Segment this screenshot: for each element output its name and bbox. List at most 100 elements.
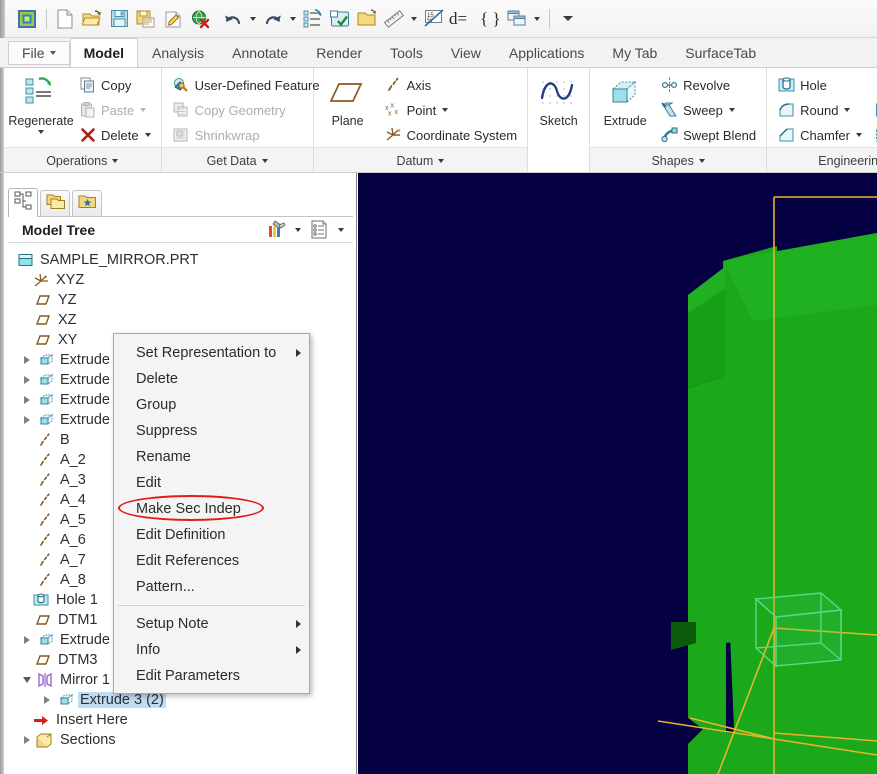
relations-icon[interactable]: { } (477, 6, 503, 32)
tab-render[interactable]: Render (302, 38, 376, 67)
tab-surface-tab[interactable]: SurfaceTab (671, 38, 770, 67)
save-a-copy-icon[interactable] (133, 6, 159, 32)
menu-item-set-representation-to[interactable]: Set Representation to (114, 340, 309, 366)
expander-collapsed-icon[interactable] (19, 370, 35, 390)
tree-item-xz[interactable]: XZ (5, 310, 355, 330)
expander-collapsed-icon[interactable] (19, 350, 35, 370)
menu-item-edit[interactable]: Edit (114, 470, 309, 496)
shrinkwrap-button[interactable]: Shrinkwrap (168, 123, 324, 147)
menu-item-suppress[interactable]: Suppress (114, 418, 309, 444)
menu-item-edit-parameters[interactable]: Edit Parameters (114, 663, 309, 689)
folder-browser-tab[interactable] (40, 190, 70, 217)
expander-collapsed-icon[interactable] (19, 390, 35, 410)
point-button[interactable]: x x x x Point (380, 98, 522, 122)
app-logo-icon[interactable] (14, 6, 40, 32)
delete-dropdown-arrow[interactable] (144, 133, 151, 137)
tools-settings-dropdown-arrow[interactable] (291, 219, 304, 241)
tree-item-part[interactable]: SAMPLE_MIRROR.PRT (5, 250, 355, 270)
tree-item-insert-here[interactable]: Insert Here (5, 710, 355, 730)
open-folder-icon[interactable] (354, 6, 380, 32)
draft-button[interactable]: Draft (870, 73, 877, 97)
tab-my-tab[interactable]: My Tab (598, 38, 671, 67)
expander-collapsed-icon[interactable] (19, 630, 35, 650)
regenerate-button[interactable]: Regenerate (8, 72, 74, 134)
menu-item-setup-note[interactable]: Setup Note (114, 611, 309, 637)
sweep-dropdown-arrow[interactable] (728, 108, 735, 112)
menu-item-edit-definition[interactable]: Edit Definition (114, 522, 309, 548)
group-label-datum[interactable]: Datum (313, 147, 528, 172)
measure-dropdown-arrow[interactable] (408, 6, 419, 32)
delete-button[interactable]: Delete (74, 123, 155, 147)
hole-button[interactable]: Hole (773, 73, 866, 97)
save-icon[interactable] (106, 6, 132, 32)
shell-button[interactable]: Shell (870, 98, 877, 122)
undo-dropdown-arrow[interactable] (247, 6, 258, 32)
tab-view[interactable]: View (437, 38, 495, 67)
measure-icon[interactable] (381, 6, 407, 32)
sketch-button[interactable]: Sketch (534, 72, 583, 128)
overflow-icon[interactable] (555, 6, 581, 32)
plane-button[interactable]: Plane (320, 72, 376, 128)
close-window-icon[interactable] (187, 6, 213, 32)
expander-collapsed-icon[interactable] (39, 690, 55, 710)
axis-button[interactable]: Axis (380, 73, 522, 97)
tree-columns-icon[interactable] (306, 219, 332, 241)
tree-item-sections[interactable]: Sections (5, 730, 355, 750)
menu-item-pattern[interactable]: Pattern... (114, 574, 309, 600)
rib-button[interactable]: Rib (870, 123, 877, 147)
redo-icon[interactable] (260, 6, 286, 32)
swept-blend-button[interactable]: Swept Blend (656, 123, 760, 147)
window-layout-icon[interactable] (504, 6, 530, 32)
group-label-operations[interactable]: Operations (4, 147, 161, 172)
menu-item-edit-references[interactable]: Edit References (114, 548, 309, 574)
tab-tools[interactable]: Tools (376, 38, 437, 67)
chamfer-dropdown-arrow[interactable] (856, 133, 862, 137)
tab-annotate[interactable]: Annotate (218, 38, 302, 67)
copy-geometry-button[interactable]: Copy Geometry (168, 98, 324, 122)
open-icon[interactable] (79, 6, 105, 32)
expander-expanded-icon[interactable] (19, 670, 35, 690)
revolve-button[interactable]: Revolve (656, 73, 760, 97)
expander-collapsed-icon[interactable] (19, 730, 35, 750)
tab-applications[interactable]: Applications (495, 38, 599, 67)
user-defined-feature-button[interactable]: User-Defined Feature (168, 73, 324, 97)
dimension-icon[interactable]: d= (448, 6, 476, 32)
chamfer-button[interactable]: Chamfer (773, 123, 866, 147)
print-icon[interactable] (160, 6, 186, 32)
paste-dropdown-arrow[interactable] (140, 108, 147, 112)
copy-button[interactable]: Copy (74, 73, 155, 97)
window-layout-dropdown-arrow[interactable] (531, 6, 542, 32)
menu-item-info[interactable]: Info (114, 637, 309, 663)
menu-item-delete[interactable]: Delete (114, 366, 309, 392)
round-button[interactable]: Round (773, 98, 866, 122)
coordinate-system-button[interactable]: x Coordinate System (380, 123, 522, 147)
menu-item-group[interactable]: Group (114, 392, 309, 418)
undo-icon[interactable] (220, 6, 246, 32)
menu-item-rename[interactable]: Rename (114, 444, 309, 470)
extrude-button[interactable]: Extrude (596, 72, 654, 128)
favorites-tab[interactable] (72, 190, 102, 217)
tab-file[interactable]: File (8, 41, 70, 65)
select-items-icon[interactable] (327, 6, 353, 32)
group-label-shapes[interactable]: Shapes (590, 147, 767, 172)
tab-model[interactable]: Model (69, 38, 139, 67)
expander-collapsed-icon[interactable] (19, 410, 35, 430)
group-label-get-data[interactable]: Get Data (161, 147, 313, 172)
tools-settings-icon[interactable] (263, 219, 289, 241)
sweep-button[interactable]: Sweep (656, 98, 760, 122)
redo-dropdown-arrow[interactable] (287, 6, 298, 32)
round-dropdown-arrow[interactable] (844, 108, 851, 112)
regenerate-dropdown-arrow[interactable] (38, 130, 44, 134)
tab-analysis[interactable]: Analysis (138, 38, 218, 67)
context-menu[interactable]: Set Representation to Delete Group Suppr… (113, 333, 310, 694)
tree-columns-dropdown-arrow[interactable] (334, 219, 347, 241)
analysis-icon[interactable]: 15 % (421, 6, 447, 32)
paste-button[interactable]: Paste (74, 98, 155, 122)
tree-item-yz[interactable]: YZ (5, 290, 355, 310)
regenerate-list-icon[interactable] (300, 6, 326, 32)
menu-item-make-sec-indep[interactable]: Make Sec Indep (114, 496, 309, 522)
new-icon[interactable] (52, 6, 78, 32)
point-dropdown-arrow[interactable] (442, 108, 449, 112)
tree-item-xyz[interactable]: x XYZ (5, 270, 355, 290)
group-label-engineering[interactable]: Engineering (767, 147, 877, 172)
